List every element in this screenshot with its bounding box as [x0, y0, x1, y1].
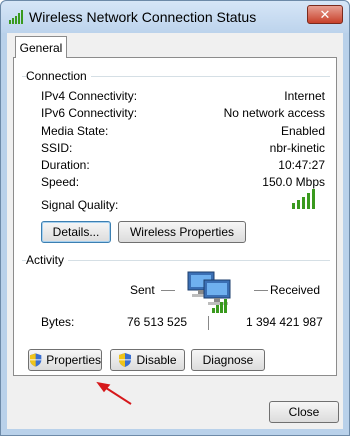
- ipv4-value: Internet: [284, 89, 325, 103]
- ssid-label: SSID:: [41, 141, 73, 155]
- signal-strength-icon: [9, 10, 23, 24]
- close-window-button[interactable]: ✕: [307, 5, 343, 24]
- media-state-value: Enabled: [280, 124, 325, 138]
- signal-bar: [312, 189, 315, 209]
- diagnose-button[interactable]: Diagnose: [191, 349, 265, 371]
- connection-heading: Connection: [26, 69, 91, 83]
- properties-button-label: Properties: [46, 353, 101, 367]
- duration-label: Duration:: [41, 158, 90, 172]
- status-window: Wireless Network Connection Status ✕ Gen…: [0, 0, 350, 436]
- dialog-body: General Connection IPv4 Connectivity: In…: [7, 33, 343, 429]
- sent-line: [161, 290, 175, 291]
- general-tab-panel: Connection IPv4 Connectivity: Internet I…: [13, 57, 337, 376]
- speed-value: 150.0 Mbps: [262, 175, 325, 189]
- media-state-label: Media State:: [41, 124, 109, 138]
- signal-quality-label: Signal Quality:: [41, 198, 119, 212]
- network-computers-icon: [187, 271, 231, 313]
- signal-quality-icon: [292, 189, 318, 209]
- signal-bar: [297, 200, 300, 209]
- bytes-sent-value: 76 513 525: [127, 315, 188, 329]
- bytes-divider: [208, 316, 209, 330]
- signal-bar: [302, 197, 305, 209]
- bytes-label: Bytes:: [41, 315, 75, 329]
- uac-shield-icon: [119, 353, 132, 367]
- signal-bar: [292, 203, 295, 209]
- ipv4-label: IPv4 Connectivity:: [41, 89, 138, 103]
- disable-button[interactable]: Disable: [110, 349, 185, 371]
- activity-heading: Activity: [26, 253, 69, 267]
- title-bar[interactable]: Wireless Network Connection Status ✕: [1, 1, 349, 33]
- duration-value: 10:47:27: [278, 158, 325, 172]
- close-button[interactable]: Close: [269, 401, 339, 423]
- uac-shield-icon: [29, 353, 42, 367]
- speed-label: Speed:: [41, 175, 80, 189]
- wireless-properties-button[interactable]: Wireless Properties: [118, 221, 246, 243]
- disable-button-label: Disable: [136, 353, 177, 367]
- bytes-received-value: 1 394 421 987: [246, 315, 323, 329]
- sent-label: Sent: [130, 283, 155, 297]
- properties-button[interactable]: Properties: [28, 349, 102, 371]
- details-button[interactable]: Details...: [41, 221, 111, 243]
- received-line: [254, 290, 268, 291]
- received-label: Received: [270, 283, 321, 297]
- signal-bar: [307, 193, 310, 209]
- tab-general[interactable]: General: [15, 36, 67, 58]
- ssid-value: nbr-kinetic: [269, 141, 325, 155]
- window-title: Wireless Network Connection Status: [29, 9, 257, 25]
- activity-divider: [22, 260, 330, 261]
- ipv6-value: No network access: [223, 106, 325, 120]
- ipv6-label: IPv6 Connectivity:: [41, 106, 138, 120]
